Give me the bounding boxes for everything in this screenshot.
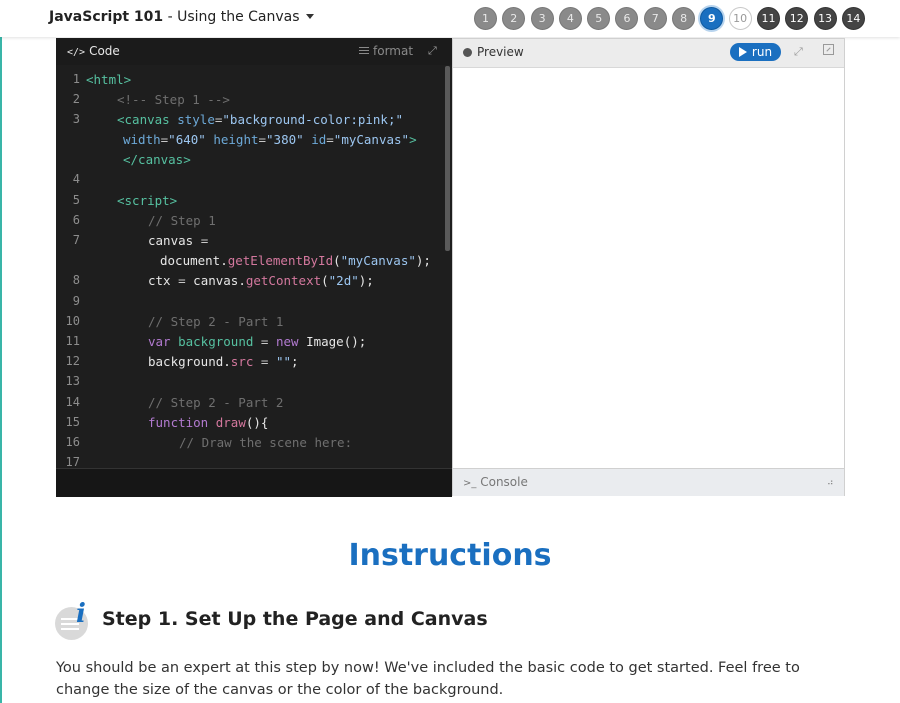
left-accent-rule	[0, 0, 2, 703]
step-13-button[interactable]: 13	[813, 7, 837, 30]
preview-tab[interactable]: Preview	[463, 45, 524, 59]
console-toggle[interactable]: >_ Console	[463, 475, 528, 489]
step-6-button[interactable]: 6	[615, 7, 639, 30]
caret-down-icon	[305, 13, 314, 19]
line-number: 11	[65, 334, 80, 348]
info-icon: i	[55, 599, 88, 640]
format-label: format	[373, 44, 414, 58]
step-navigator: 1 2 3 4 5 6 7 8 9 10 11 12 13 14	[474, 7, 870, 30]
code-line: // Draw the scene here:	[179, 435, 353, 450]
code-line: width="640" height="380" id="myCanvas">	[123, 132, 417, 147]
code-line: // Step 1	[148, 213, 216, 228]
line-number: 1	[72, 72, 80, 86]
code-tab[interactable]: </> Code	[67, 44, 120, 58]
line-number: 10	[65, 314, 80, 328]
lesson-title-dropdown[interactable]: JavaScript 101 - Using the Canvas	[49, 9, 314, 25]
line-number: 3	[72, 112, 80, 126]
expand-editor-icon[interactable]: ⤢	[428, 44, 437, 58]
expand-preview-icon[interactable]: ⤢	[794, 45, 803, 59]
line-number: 15	[65, 415, 80, 429]
line-number: 4	[72, 172, 80, 186]
resize-handle-icon[interactable]: ⠴	[827, 478, 834, 488]
code-line: var background = new Image();	[148, 334, 367, 349]
step-7-button[interactable]: 7	[643, 7, 667, 30]
code-line: // Step 2 - Part 1	[148, 314, 284, 329]
code-line: </canvas>	[123, 152, 191, 167]
line-number: 9	[72, 294, 80, 308]
terminal-icon: >_	[463, 478, 477, 489]
line-number: 7	[72, 233, 80, 247]
line-number: 13	[65, 374, 80, 388]
preview-header: Preview run ⤢	[453, 39, 844, 68]
console-bar[interactable]: >_ Console ⠴	[453, 468, 844, 496]
format-button[interactable]: format	[359, 44, 413, 58]
code-line: canvas =	[148, 233, 209, 248]
code-panel-header: </> Code format ⤢	[56, 38, 452, 65]
course-name: JavaScript 101	[49, 9, 164, 25]
open-new-window-icon[interactable]	[823, 44, 834, 55]
step-3-button[interactable]: 3	[530, 7, 554, 30]
code-line: ctx = canvas.getContext("2d");	[148, 273, 374, 288]
run-button[interactable]: run	[730, 43, 781, 61]
preview-panel: Preview run ⤢ >_ Console ⠴	[452, 38, 845, 496]
step-12-button[interactable]: 12	[785, 7, 809, 30]
code-editor[interactable]: 1 2 3 4 5 6 7 8 9 10 11 12 13 14 15 16 17 <html> <!-- St…	[56, 66, 452, 468]
code-line: document.getElementById("myCanvas");	[160, 253, 431, 268]
step-2-button[interactable]: 2	[502, 7, 526, 30]
code-line: <canvas style="background-color:pink;"	[117, 112, 404, 127]
globe-icon	[463, 48, 472, 57]
step-9-button[interactable]: 9	[700, 7, 724, 30]
step-11-button[interactable]: 11	[756, 7, 780, 30]
code-line: background.src = "";	[148, 354, 299, 369]
instructions-paragraph: You should be an expert at this step by …	[56, 660, 800, 698]
line-number: 8	[72, 273, 80, 287]
line-number: 6	[72, 213, 80, 227]
step-4-button[interactable]: 4	[558, 7, 582, 30]
editor-scrollbar[interactable]	[445, 66, 450, 251]
step-14-button[interactable]: 14	[841, 7, 865, 30]
code-line: <html>	[86, 72, 132, 87]
step-5-button[interactable]: 5	[587, 7, 611, 30]
line-number: 16	[65, 435, 80, 449]
run-label: run	[751, 45, 773, 59]
line-number: 17	[65, 455, 80, 468]
code-line: function draw(){	[148, 415, 269, 430]
step-10-button[interactable]: 10	[728, 7, 752, 30]
lesson-name: - Using the Canvas	[163, 9, 300, 25]
step-1-button[interactable]: 1	[474, 7, 497, 30]
line-number: 14	[65, 395, 80, 409]
code-editor-panel: </> Code format ⤢ 1 2 3 4 5 6 7 8 9 10 11 12 13 14 15 16…	[56, 38, 452, 497]
line-number: 12	[65, 354, 80, 368]
code-line: // Step 2 - Part 2	[148, 395, 284, 410]
preview-tab-label: Preview	[477, 45, 524, 59]
format-icon	[359, 47, 369, 56]
line-number: 5	[72, 193, 80, 207]
code-line: <script>	[117, 193, 178, 208]
step-title: Step 1. Set Up the Page and Canvas	[102, 608, 488, 630]
instructions-heading: Instructions	[348, 538, 552, 573]
code-tab-label: Code	[89, 44, 120, 58]
line-number: 2	[72, 92, 80, 106]
code-icon: </>	[67, 47, 86, 58]
lesson-header: JavaScript 101 - Using the Canvas 123456…	[0, 0, 900, 37]
step-8-button[interactable]: 8	[672, 7, 696, 30]
code-line: <!-- Step 1 -->	[117, 92, 230, 107]
play-icon	[738, 47, 747, 57]
editor-footer	[56, 468, 452, 497]
console-label: Console	[480, 475, 528, 489]
